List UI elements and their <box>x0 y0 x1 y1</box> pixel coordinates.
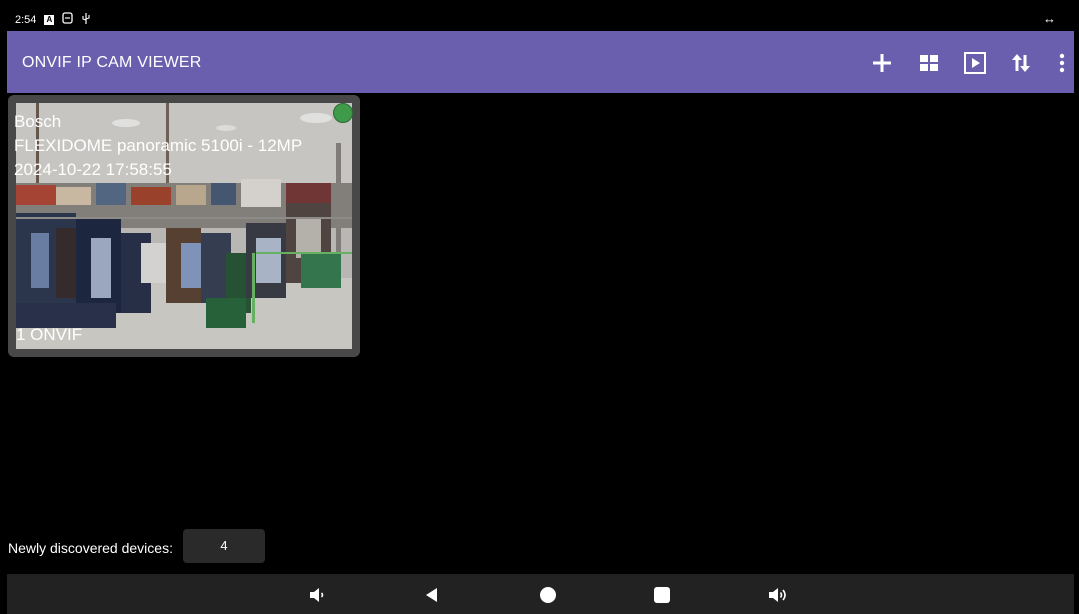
sim-icon <box>62 12 74 27</box>
home-icon <box>540 587 556 603</box>
home-button[interactable] <box>537 584 559 606</box>
status-time: 2:54 <box>15 13 37 26</box>
recents-icon <box>654 587 670 603</box>
app-bar: ONVIF IP CAM VIEWER <box>7 31 1074 93</box>
discovered-devices-label: Newly discovered devices: <box>8 540 173 556</box>
play-all-button[interactable] <box>962 50 988 76</box>
camera-timestamp: 2024-10-22 17:58:55 <box>14 160 172 179</box>
grid-icon <box>920 55 938 71</box>
back-icon <box>426 588 437 602</box>
camera-list: Bosch FLEXIDOME panoramic 5100i - 12MP 2… <box>7 93 1074 574</box>
system-nav-bar <box>7 574 1074 614</box>
back-button[interactable] <box>421 584 443 606</box>
expand-arrows-icon: ↔ <box>1043 11 1056 26</box>
usb-icon <box>81 12 91 28</box>
a-icon: A <box>44 14 55 25</box>
volume-down-button[interactable] <box>307 584 329 606</box>
online-status-indicator <box>333 103 353 123</box>
more-vert-icon <box>1059 53 1065 73</box>
discovered-devices-count-button[interactable]: 4 <box>183 529 265 563</box>
camera-model: FLEXIDOME panoramic 5100i - 12MP <box>14 136 303 155</box>
camera-tile[interactable]: Bosch FLEXIDOME panoramic 5100i - 12MP 2… <box>8 95 360 357</box>
sort-icon <box>1012 54 1030 72</box>
device-screen: 2:54 A ↔ ONVIF IP CAM VIEWER Bosch FLEXI… <box>0 0 1079 614</box>
volume-up-icon <box>769 588 786 602</box>
play-icon <box>964 52 986 74</box>
recents-button[interactable] <box>651 584 673 606</box>
add-camera-button[interactable] <box>869 50 895 76</box>
camera-label: 1 ONVIF <box>16 325 83 344</box>
status-bar: 2:54 A ↔ <box>7 8 1074 31</box>
camera-brand: Bosch <box>14 112 62 131</box>
more-options-button[interactable] <box>1049 50 1075 76</box>
sort-button[interactable] <box>1008 50 1034 76</box>
app-title: ONVIF IP CAM VIEWER <box>22 54 202 71</box>
volume-down-icon <box>310 588 324 602</box>
volume-up-button[interactable] <box>767 584 789 606</box>
grid-layout-button[interactable] <box>916 50 942 76</box>
add-icon <box>873 54 891 72</box>
